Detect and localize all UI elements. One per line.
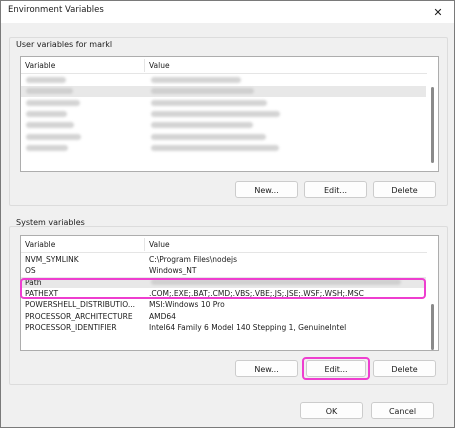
redacted-variable-value bbox=[151, 110, 280, 117]
window-title: Environment Variables bbox=[8, 5, 104, 15]
user-variable-row[interactable] bbox=[21, 109, 426, 120]
redacted-variable-value bbox=[151, 88, 254, 95]
system-variables-list[interactable]: Variable Value NVM_SYMLINK C:\Program Fil… bbox=[20, 235, 439, 351]
system-variable-row[interactable]: PROCESSOR_ARCHITECTURE AMD64 bbox=[21, 311, 426, 322]
system-new-button[interactable]: New... bbox=[235, 360, 298, 377]
system-variable-row[interactable]: PROCESSOR_IDENTIFIER Intel64 Family 6 Mod… bbox=[21, 322, 426, 333]
system-variable-row[interactable]: NVM_SYMLINK C:\Program Files\nodejs bbox=[21, 254, 426, 265]
variable-name-cell: OS bbox=[25, 266, 36, 276]
user-list-header: Variable Value bbox=[21, 57, 438, 74]
user-variable-row[interactable] bbox=[21, 75, 426, 86]
column-divider[interactable] bbox=[144, 59, 145, 72]
column-header-variable[interactable]: Variable bbox=[25, 61, 55, 70]
variable-value-cell: Windows_NT bbox=[149, 266, 197, 276]
variable-name-cell: PATHEXT bbox=[25, 288, 59, 298]
title-bar: Environment Variables ✕ bbox=[1, 1, 454, 23]
user-variable-row[interactable] bbox=[21, 98, 426, 109]
variable-name-cell: PROCESSOR_ARCHITECTURE bbox=[25, 311, 133, 321]
column-header-value[interactable]: Value bbox=[149, 240, 170, 249]
scrollbar-thumb[interactable] bbox=[431, 87, 434, 163]
user-variables-list[interactable]: Variable Value bbox=[20, 56, 439, 172]
user-variable-row[interactable] bbox=[21, 120, 426, 131]
redacted-variable-value bbox=[151, 144, 279, 151]
user-new-button[interactable]: New... bbox=[235, 181, 298, 198]
column-header-variable[interactable]: Variable bbox=[25, 240, 55, 249]
redacted-variable-value bbox=[151, 278, 401, 285]
system-edit-button[interactable]: Edit... bbox=[306, 360, 366, 377]
user-variable-row[interactable] bbox=[21, 132, 426, 143]
variable-value-cell: .COM;.EXE;.BAT;.CMD;.VBS;.VBE;.JS;.JSE;.… bbox=[149, 288, 364, 298]
variable-value-cell: C:\Program Files\nodejs bbox=[149, 255, 238, 264]
redacted-variable-name bbox=[26, 88, 73, 95]
system-variable-row[interactable]: Path bbox=[21, 276, 426, 288]
redacted-variable-name bbox=[26, 77, 66, 83]
close-icon[interactable]: ✕ bbox=[422, 1, 454, 23]
redacted-variable-value bbox=[151, 122, 253, 129]
redacted-variable-name bbox=[26, 110, 67, 117]
variable-value-cell: Intel64 Family 6 Model 140 Stepping 1, G… bbox=[149, 322, 347, 332]
user-variable-row[interactable] bbox=[21, 86, 426, 98]
user-edit-button[interactable]: Edit... bbox=[304, 181, 367, 198]
scrollbar-thumb[interactable] bbox=[431, 304, 434, 350]
variable-value-cell: MSI:Windows 10 Pro bbox=[149, 300, 225, 310]
redacted-variable-value bbox=[151, 77, 241, 83]
system-list-scrollbar[interactable] bbox=[427, 252, 438, 350]
environment-variables-dialog: Environment Variables ✕ User variables f… bbox=[0, 0, 455, 428]
user-variable-row[interactable] bbox=[21, 143, 426, 154]
user-delete-button[interactable]: Delete bbox=[373, 181, 436, 198]
system-list-header: Variable Value bbox=[21, 236, 438, 253]
cancel-button[interactable]: Cancel bbox=[371, 402, 434, 419]
variable-name-cell: PROCESSOR_IDENTIFIER bbox=[25, 322, 117, 332]
redacted-variable-name bbox=[26, 99, 80, 106]
ok-button[interactable]: OK bbox=[300, 402, 363, 419]
variable-name-cell: Path bbox=[25, 277, 42, 287]
variable-name-cell: POWERSHELL_DISTRIBUTIO... bbox=[25, 300, 135, 310]
redacted-variable-value bbox=[151, 133, 266, 140]
system-variable-row[interactable]: PATHEXT .COM;.EXE;.BAT;.CMD;.VBS;.VBE;.JS… bbox=[21, 288, 426, 299]
column-divider[interactable] bbox=[144, 238, 145, 251]
system-variable-row[interactable]: POWERSHELL_DISTRIBUTIO... MSI:Windows 10 … bbox=[21, 299, 426, 310]
variable-name-cell: NVM_SYMLINK bbox=[25, 255, 79, 264]
variable-value-cell: AMD64 bbox=[149, 311, 176, 321]
user-list-scrollbar[interactable] bbox=[427, 73, 438, 171]
system-delete-button[interactable]: Delete bbox=[373, 360, 436, 377]
redacted-variable-name bbox=[26, 133, 81, 140]
column-header-value[interactable]: Value bbox=[149, 61, 170, 70]
system-variable-row[interactable]: OS Windows_NT bbox=[21, 265, 426, 276]
system-variables-label: System variables bbox=[16, 218, 85, 227]
redacted-variable-name bbox=[26, 144, 68, 151]
user-variables-label: User variables for markl bbox=[16, 40, 113, 49]
redacted-variable-name bbox=[26, 122, 74, 129]
redacted-variable-value bbox=[151, 99, 267, 106]
